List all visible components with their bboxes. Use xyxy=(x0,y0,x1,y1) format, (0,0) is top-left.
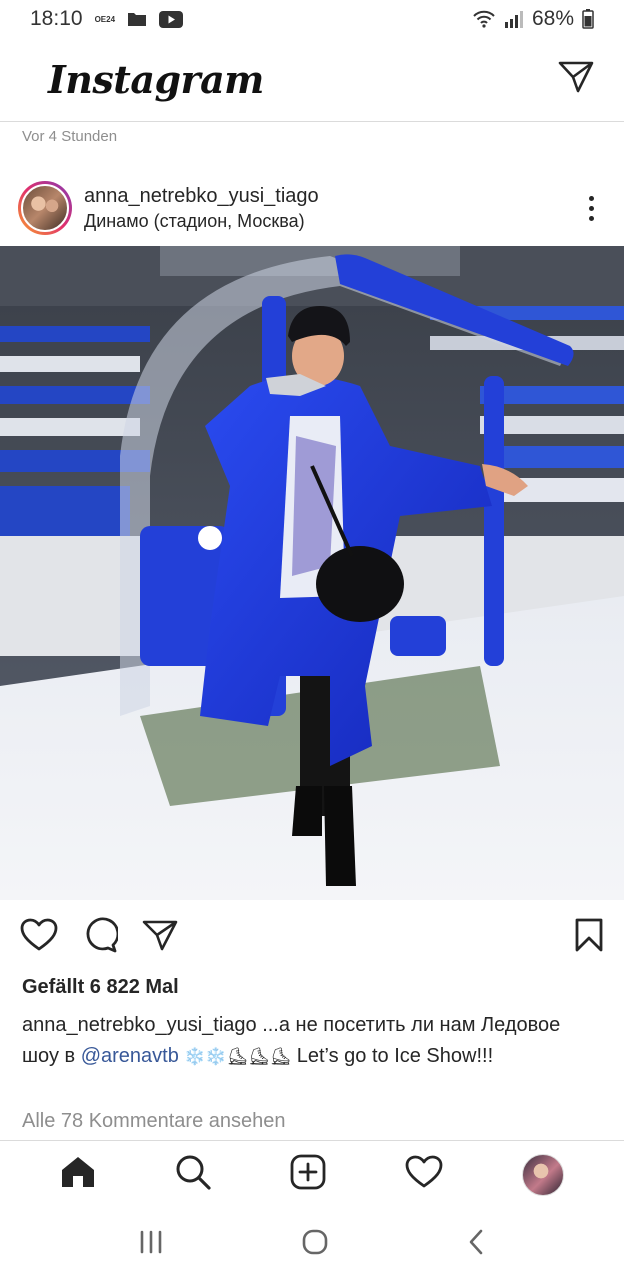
nav-activity-button[interactable] xyxy=(405,1155,443,1194)
circle-home-icon xyxy=(302,1229,328,1254)
nav-create-button[interactable] xyxy=(290,1154,326,1195)
caption-emojis: ❄️❄️⛸⛸⛸ xyxy=(178,1047,297,1067)
caption-username[interactable]: anna_netrebko_yusi_tiago xyxy=(22,1014,257,1036)
comment-icon xyxy=(86,917,120,952)
bookmark-icon xyxy=(575,918,603,951)
post-actions xyxy=(0,912,624,962)
comment-button[interactable] xyxy=(82,917,120,958)
heart-icon xyxy=(20,918,58,950)
search-icon xyxy=(176,1155,211,1190)
more-options-button[interactable] xyxy=(576,188,606,228)
plus-square-icon xyxy=(290,1154,326,1190)
save-button[interactable] xyxy=(574,918,604,957)
home-icon xyxy=(61,1157,94,1187)
bottom-nav xyxy=(0,1140,624,1208)
instagram-logo[interactable]: Instagram xyxy=(48,57,264,102)
post-time-ago: Vor 4 Stunden xyxy=(22,128,118,145)
caption-mention[interactable]: @arenavtb xyxy=(81,1045,179,1067)
post-author-avatar[interactable] xyxy=(18,181,72,235)
paper-plane-icon xyxy=(142,920,178,950)
post-header: anna_netrebko_yusi_tiago Динамо (стадион… xyxy=(0,172,624,244)
battery-icon xyxy=(582,9,594,29)
direct-message-button[interactable] xyxy=(558,60,594,99)
back-button[interactable] xyxy=(466,1228,486,1261)
post-photo-image xyxy=(0,246,624,900)
signal-icon xyxy=(504,11,523,28)
post-location[interactable]: Динамо (стадион, Москва) xyxy=(84,211,319,232)
system-nav-bar xyxy=(0,1208,624,1280)
nav-profile-avatar[interactable] xyxy=(522,1153,565,1196)
recent-apps-icon xyxy=(141,1230,162,1253)
nav-home-button[interactable] xyxy=(60,1155,96,1194)
post-photo[interactable] xyxy=(0,246,624,900)
share-button[interactable] xyxy=(142,919,178,956)
battery-percent: 68% xyxy=(531,7,574,30)
status-time: 18:10 xyxy=(30,7,83,30)
likes-count[interactable]: Gefällt 6 822 Mal xyxy=(22,976,179,999)
home-system-button[interactable] xyxy=(301,1228,329,1261)
paper-plane-icon xyxy=(558,61,594,93)
caption-text-2: Let’s go to Ice Show!!! xyxy=(296,1045,494,1067)
carrier-badge: OE24 xyxy=(94,14,116,24)
like-button[interactable] xyxy=(20,918,58,957)
nav-search-button[interactable] xyxy=(175,1154,211,1195)
chevron-left-icon xyxy=(469,1229,482,1254)
youtube-icon xyxy=(159,10,184,28)
app-header: Instagram xyxy=(0,38,624,122)
wifi-icon xyxy=(473,10,495,28)
view-comments-link[interactable]: Alle 78 Kommentare ansehen xyxy=(22,1110,286,1133)
heart-icon xyxy=(405,1155,443,1188)
post-author-username[interactable]: anna_netrebko_yusi_tiago xyxy=(84,185,319,208)
recent-apps-button[interactable] xyxy=(138,1230,164,1259)
folder-icon xyxy=(128,13,147,26)
status-bar: 18:10 OE24 68% xyxy=(0,0,624,38)
post-caption: anna_netrebko_yusi_tiago ...а не посетит… xyxy=(22,1010,602,1073)
